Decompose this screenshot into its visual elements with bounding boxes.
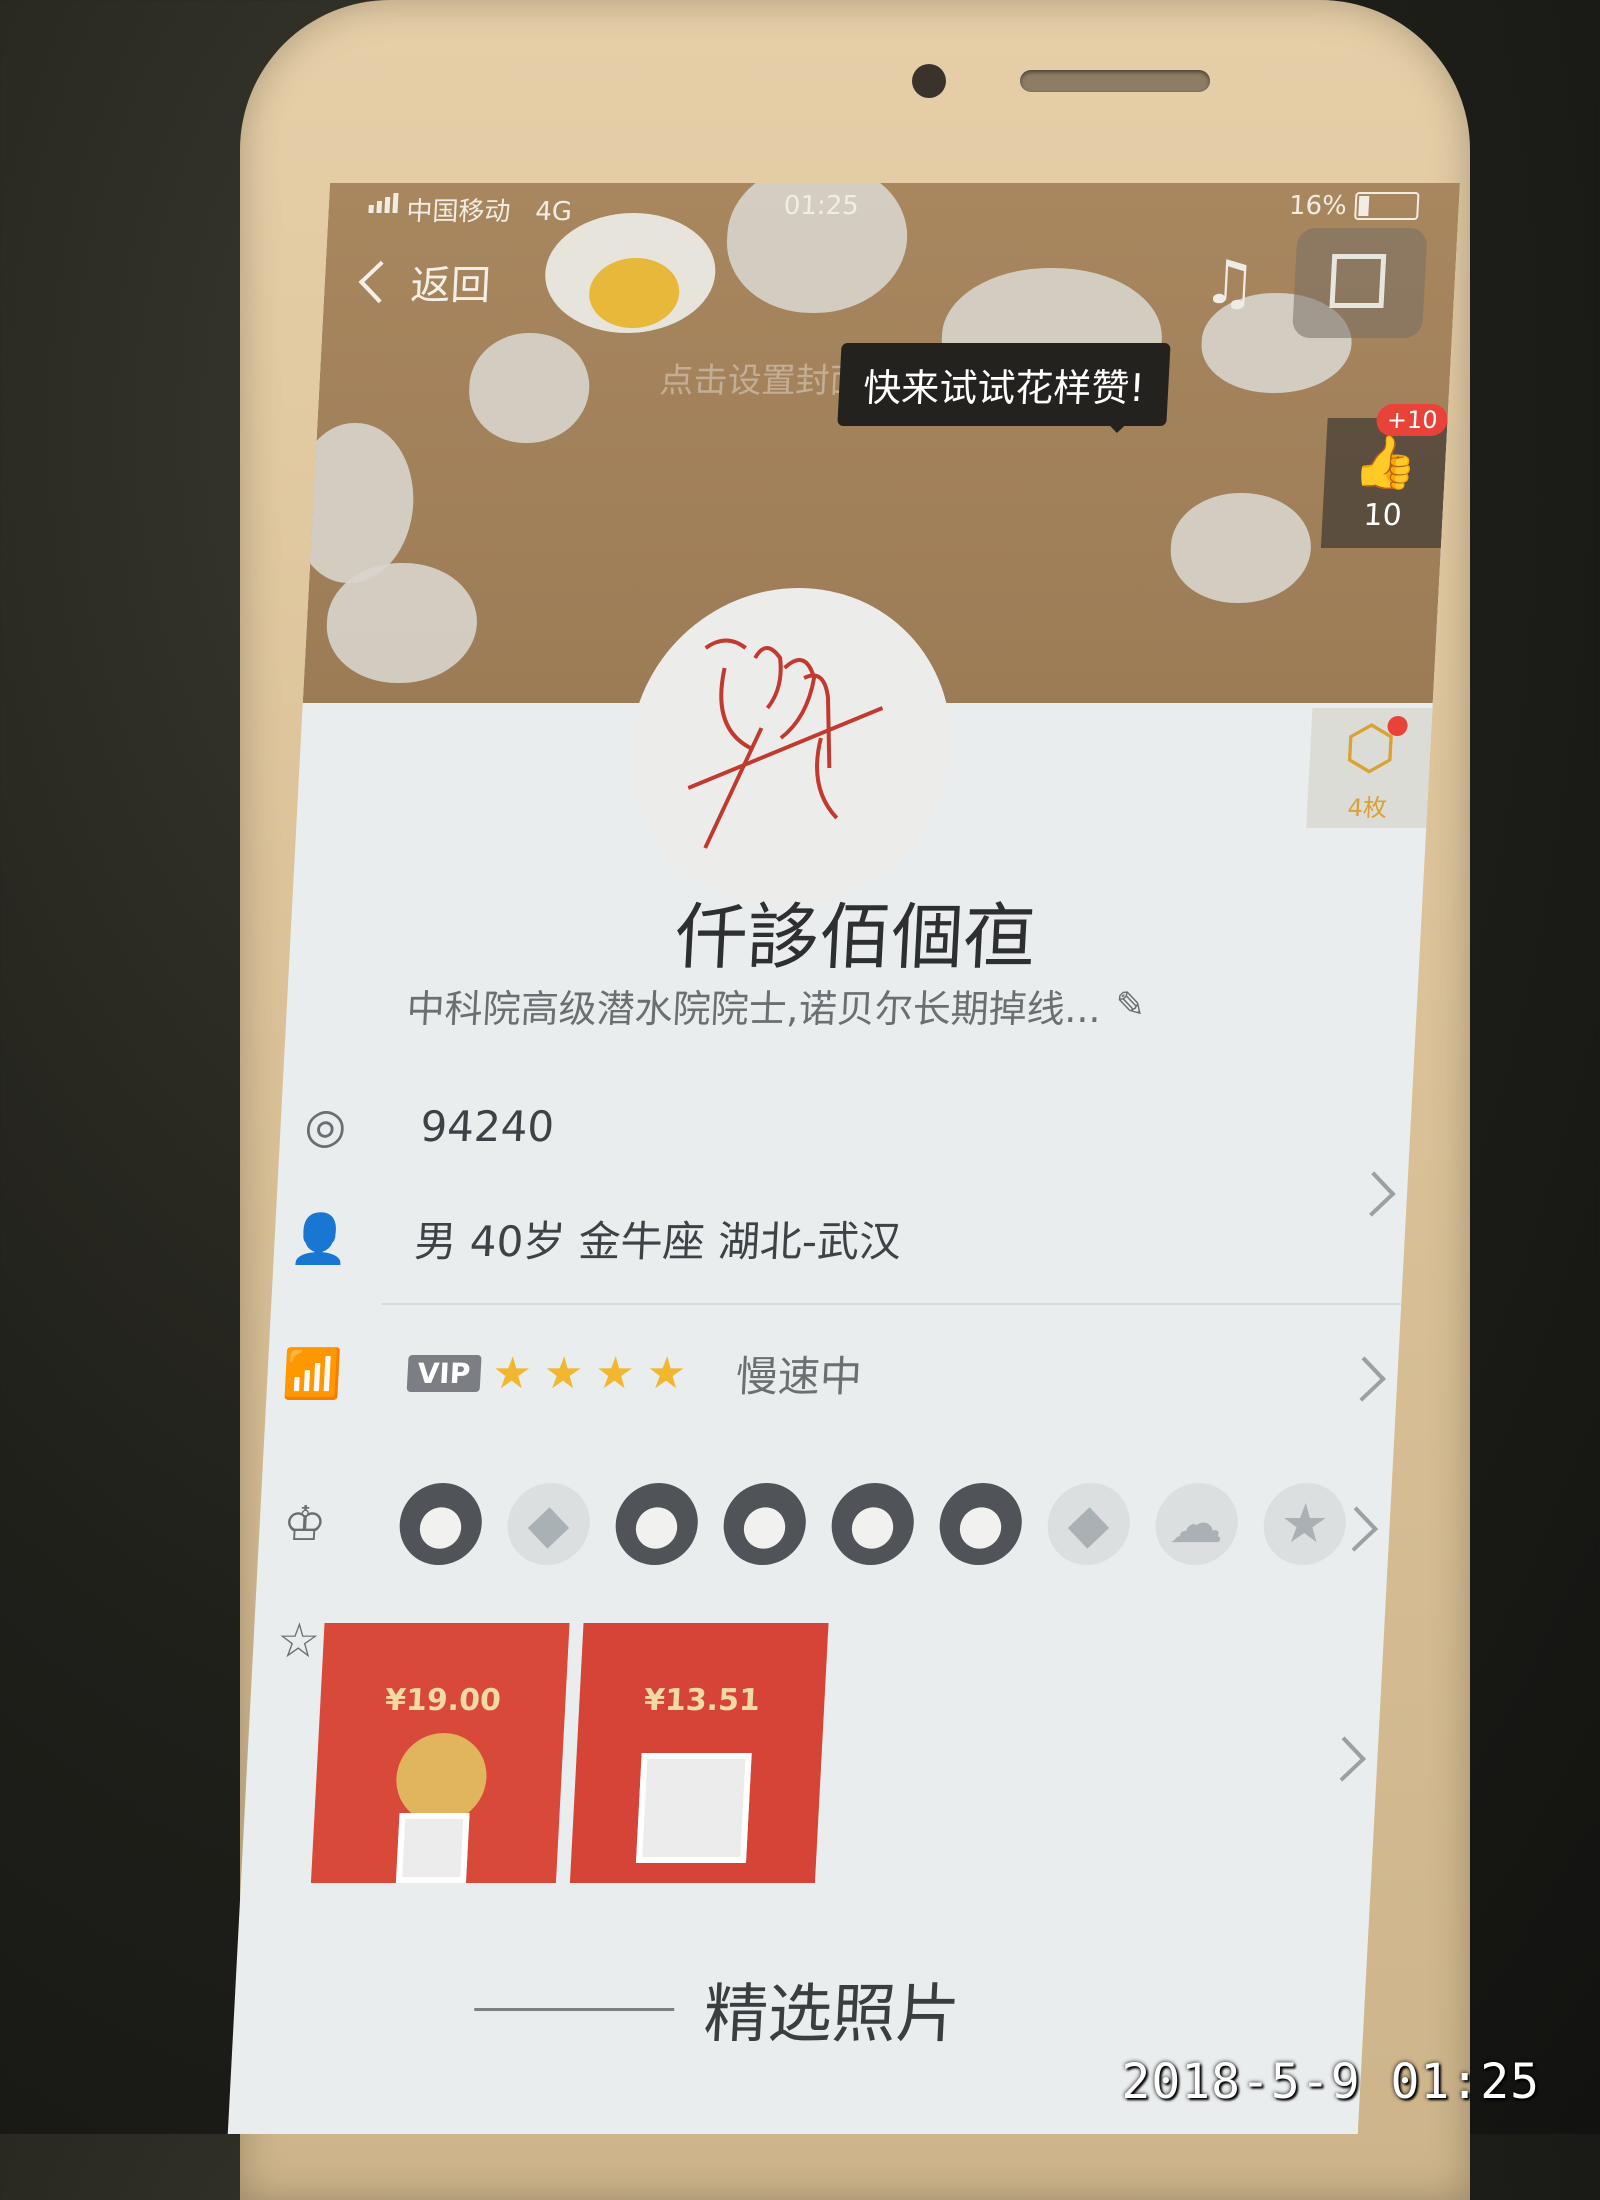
red-envelope-card[interactable]: ¥13.51	[569, 1623, 829, 1883]
penguin-badge-icon[interactable]: ●	[829, 1483, 916, 1565]
back-button[interactable]: 返回	[358, 253, 492, 311]
battery-percent: 16%	[1288, 191, 1348, 221]
medal-count: 4枚	[1346, 794, 1388, 822]
speed-status: 慢速中	[734, 1352, 864, 1401]
level-star-icon: ★	[542, 1348, 585, 1399]
status-bar: 中国移动 4G 01:25 16%	[327, 183, 1460, 243]
bun-pattern	[323, 563, 481, 683]
diamond-badge-icon[interactable]: ◆	[1045, 1483, 1132, 1565]
red-envelope-card[interactable]: ¥19.00	[310, 1623, 570, 1883]
badges-row[interactable]: ♔ ● ◆ ● ● ● ● ◆ ☁ ★	[258, 1483, 1392, 1565]
bun-pattern	[466, 333, 593, 443]
level-star-icon: ★	[645, 1348, 688, 1399]
like-plus-badge: +10	[1376, 404, 1449, 436]
diamond-badge-icon[interactable]: ◆	[505, 1483, 592, 1565]
network-type: 4G	[534, 197, 573, 227]
set-cover-hint[interactable]: 点击设置封面	[659, 353, 866, 402]
medal-button[interactable]: ⬡ 4枚	[1306, 708, 1433, 828]
like-count: 10	[1362, 498, 1403, 533]
signal-icon	[368, 193, 399, 213]
edit-pencil-icon[interactable]: ✎	[1114, 985, 1146, 1026]
qq-number-row[interactable]: ◎ 94240	[279, 1098, 1412, 1154]
basic-info: 男 40岁 金牛座 湖北-武汉	[413, 1217, 903, 1266]
profile-signature: 中科院高级潜水院院士,诺贝尔长期掉线...	[405, 987, 1103, 1031]
qq-number: 94240	[419, 1101, 556, 1151]
carrier-name: 中国移动	[405, 197, 512, 227]
level-star-icon: ★	[490, 1348, 534, 1399]
coin-icon	[394, 1733, 489, 1823]
chevron-left-icon	[358, 260, 402, 304]
card-amount: ¥13.51	[643, 1683, 761, 1718]
penguin-badge-icon[interactable]: ●	[721, 1483, 808, 1565]
like-button[interactable]: +10 👍 10	[1320, 404, 1449, 548]
badge-list: ● ◆ ● ● ● ● ◆ ☁ ★	[397, 1483, 1348, 1565]
chevron-right-icon[interactable]	[1320, 1736, 1367, 1782]
star-badge-icon[interactable]: ★	[1261, 1483, 1348, 1565]
earpiece-speaker	[1020, 70, 1210, 92]
qr-code-icon	[1329, 254, 1387, 308]
crown-badge-icon: ♔	[281, 1496, 328, 1552]
photo-timestamp: 2018-5-9 01:25	[1121, 2054, 1540, 2110]
medal-icon: ⬡	[1342, 713, 1399, 783]
cloud-v-badge-icon[interactable]: ☁	[1153, 1483, 1240, 1565]
qq-penguin-icon: ◎	[303, 1098, 348, 1154]
qr-code-icon	[635, 1753, 752, 1863]
vip-badge: VIP	[406, 1355, 482, 1392]
level-chart-icon: 📶	[281, 1346, 344, 1402]
bun-pattern	[1167, 493, 1314, 603]
status-time: 01:25	[783, 191, 860, 221]
back-label: 返回	[409, 263, 492, 309]
section-title: 精选照片	[702, 1978, 962, 2052]
divider	[474, 2007, 675, 2011]
thumbs-up-icon: 👍	[1351, 433, 1420, 493]
level-row[interactable]: 📶 VIP ★ ★ ★ ★ 慢速中	[266, 1343, 1399, 1404]
card-amount: ¥19.00	[384, 1683, 502, 1718]
signature-line[interactable]: 中科院高级潜水院院士,诺贝尔长期掉线... ✎	[405, 978, 1147, 1033]
qr-code-button[interactable]	[1291, 228, 1428, 338]
penguin-badge-icon[interactable]: ●	[397, 1483, 484, 1565]
divider	[381, 1303, 1402, 1305]
profile-name: 仟誃佰個亱	[673, 895, 1038, 979]
qr-code-icon	[395, 1813, 470, 1883]
basic-info-row[interactable]: 👤 男 40岁 金牛座 湖北-武汉	[273, 1208, 1406, 1269]
bun-pattern	[302, 423, 418, 583]
battery-icon	[1354, 192, 1420, 220]
person-icon: 👤	[288, 1211, 351, 1267]
penguin-crown-badge-icon[interactable]: ●	[937, 1483, 1024, 1565]
penguin-badge-icon[interactable]: ●	[613, 1483, 700, 1565]
fancy-like-tooltip[interactable]: 快来试试花样赞!	[837, 343, 1171, 426]
level-star-icon: ★	[593, 1348, 636, 1399]
music-note-icon[interactable]: ♫	[1188, 243, 1272, 323]
featured-photos-header: 精选照片	[472, 1963, 963, 2055]
front-camera	[912, 64, 946, 98]
red-envelope-cards: ¥19.00 ¥13.51	[310, 1623, 829, 1883]
phone-screen: 中国移动 4G 01:25 16% 返回 ♫ 点击设置封面 快来试试花样赞! +…	[227, 183, 1460, 2134]
